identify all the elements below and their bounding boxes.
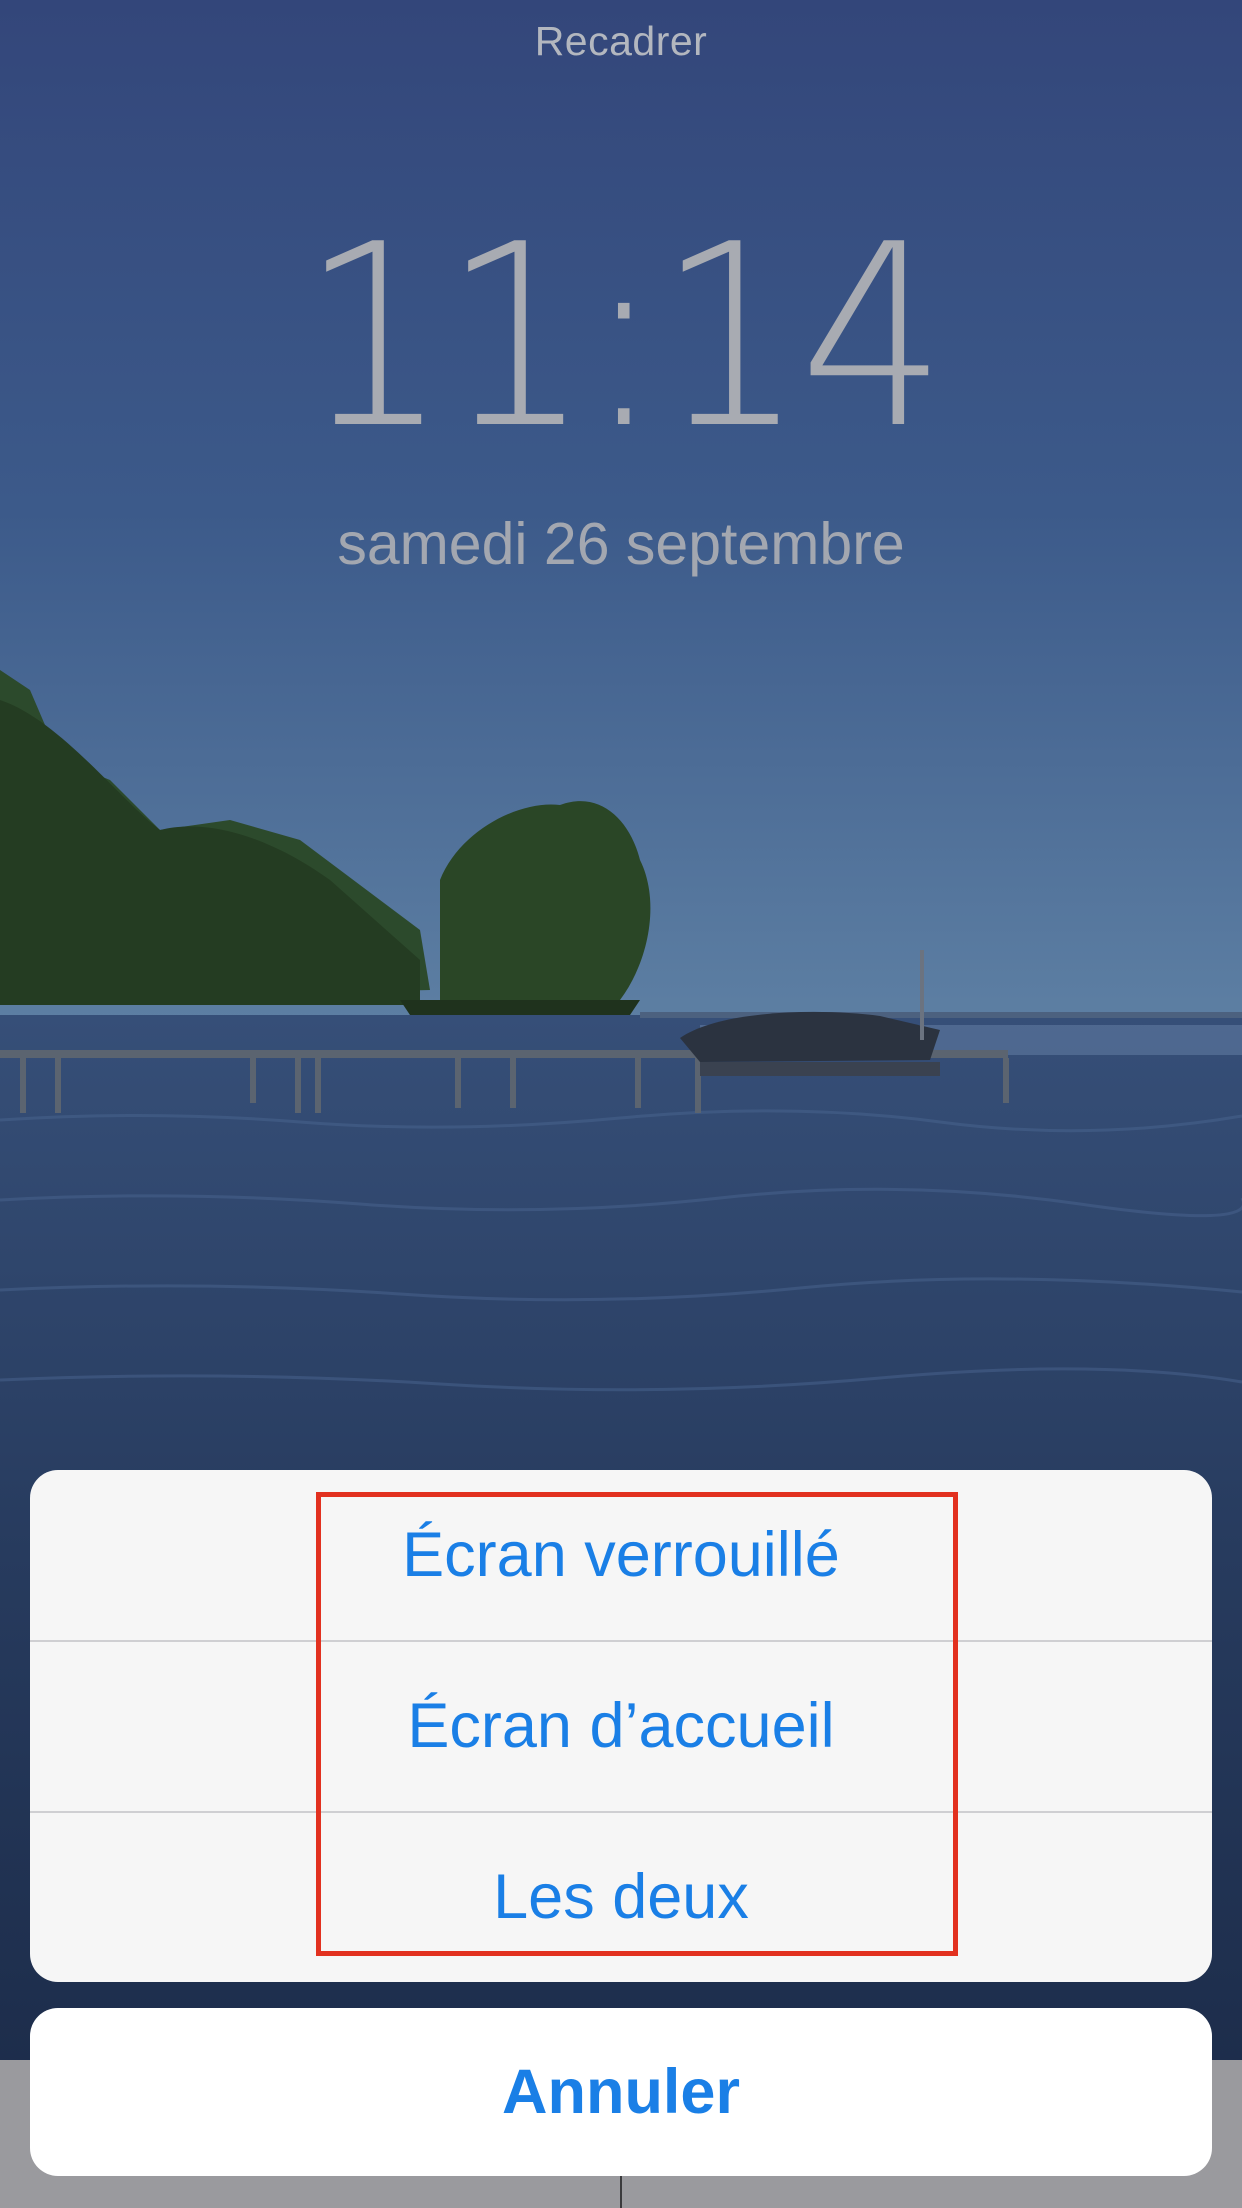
action-sheet: Écran verrouillé Écran d’accueil Les deu… <box>30 1470 1212 1982</box>
toolbar-divider <box>620 2176 622 2208</box>
lock-screen-date: samedi 26 septembre <box>337 511 905 577</box>
option-home-screen-button[interactable]: Écran d’accueil <box>30 1641 1212 1811</box>
crop-title: Recadrer <box>534 18 708 64</box>
lock-screen-clock: 11:14 <box>300 191 947 484</box>
option-lock-screen-button[interactable]: Écran verrouillé <box>30 1470 1212 1640</box>
cancel-button[interactable]: Annuler <box>30 2008 1212 2176</box>
option-both-button[interactable]: Les deux <box>30 1812 1212 1982</box>
